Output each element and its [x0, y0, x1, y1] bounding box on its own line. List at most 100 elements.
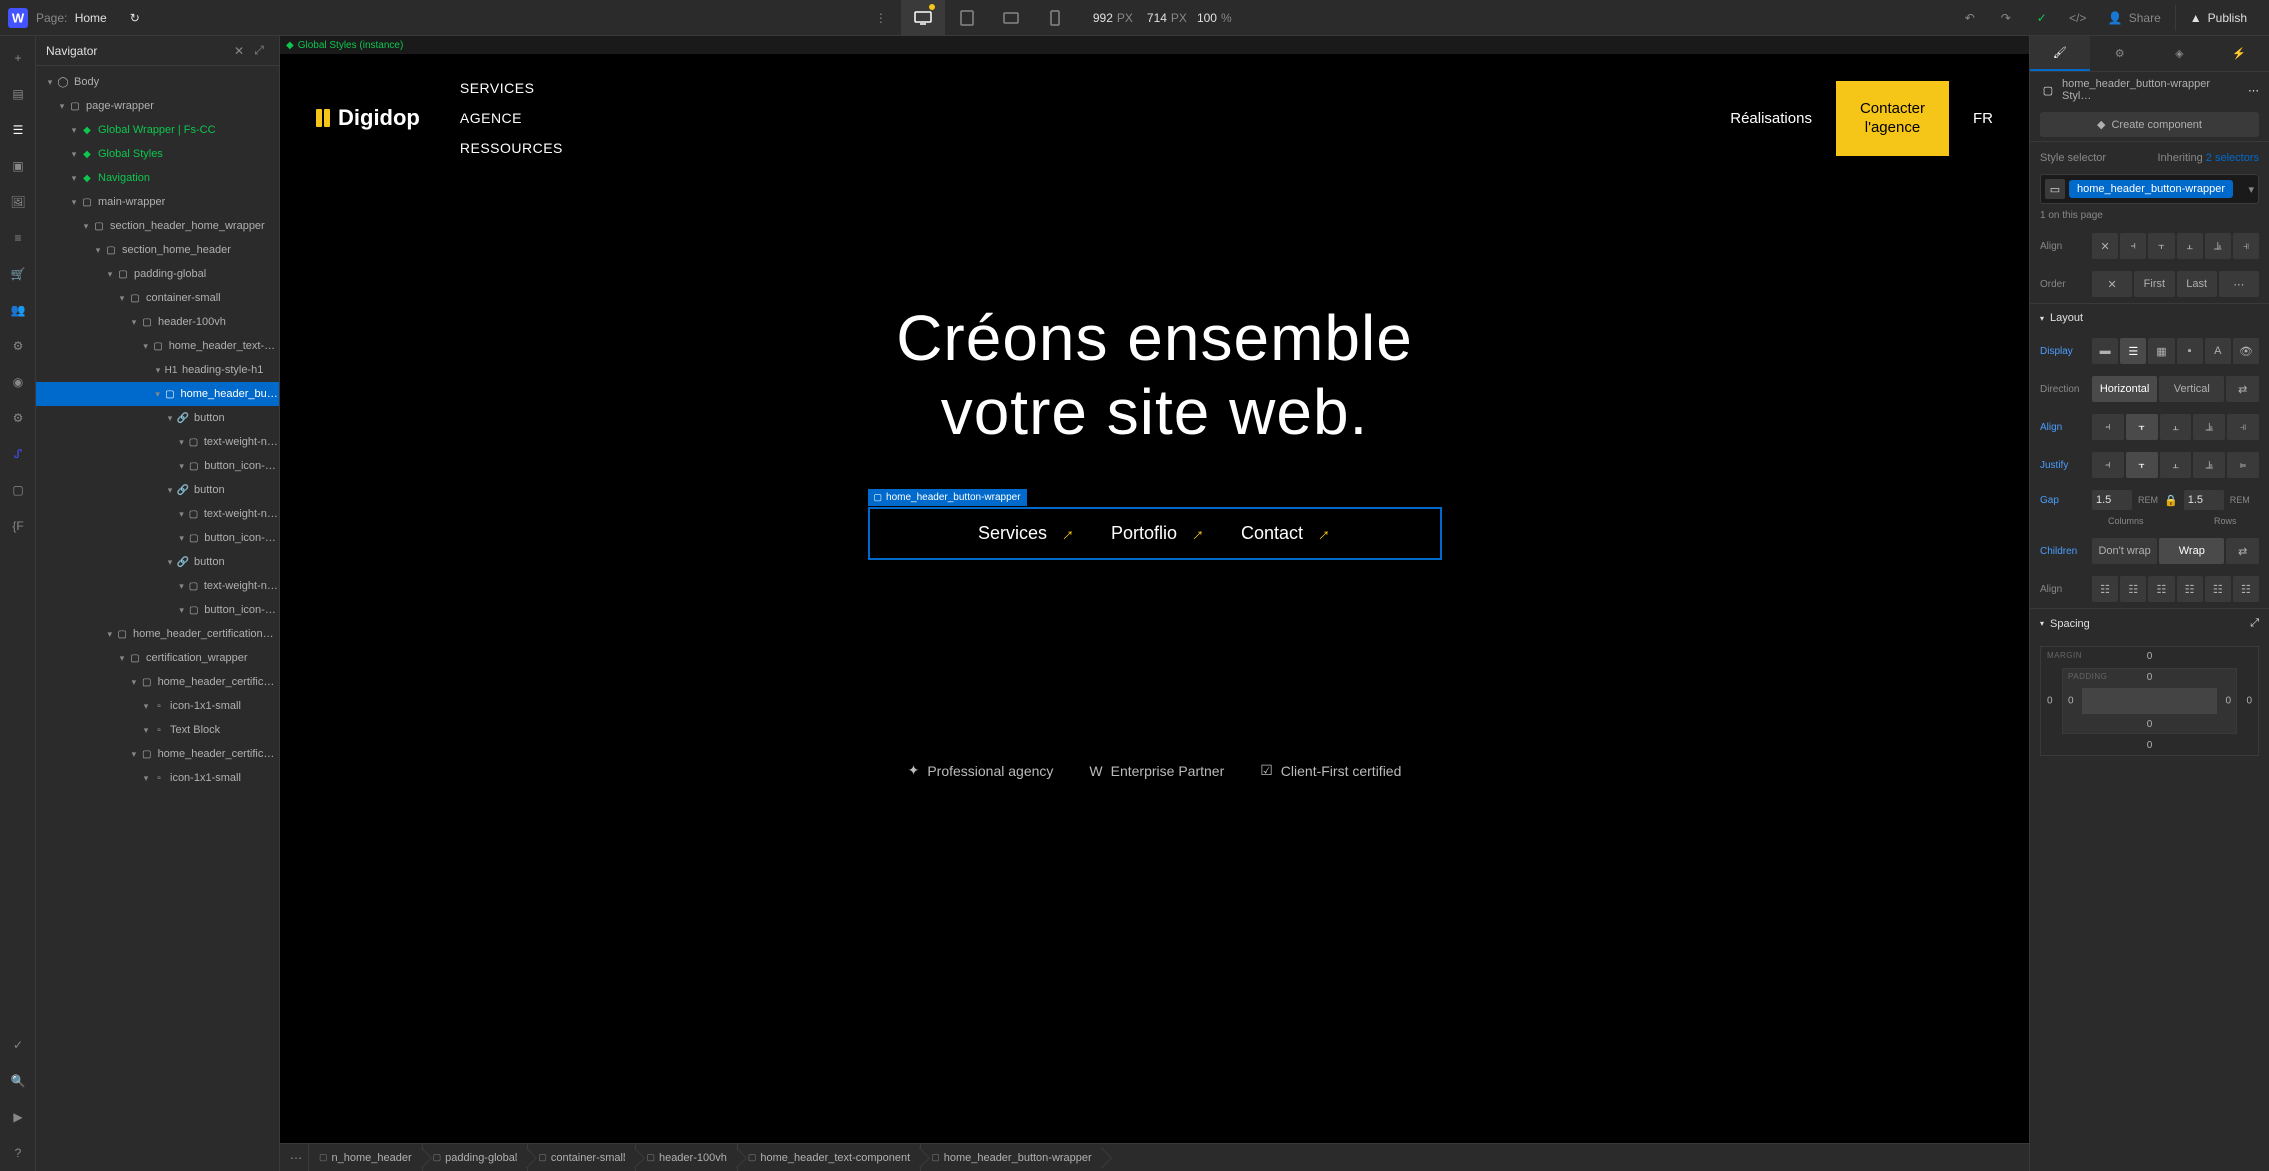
breadcrumb-item[interactable]: ▢container-small [527, 1144, 635, 1171]
tree-node[interactable]: ▾▢button_icon-arro [36, 526, 279, 550]
direction-reverse[interactable]: ⇄ [2226, 376, 2259, 402]
display-none[interactable]: 👁 [2233, 338, 2259, 364]
tree-node[interactable]: ▾▢button_icon-arro [36, 598, 279, 622]
tree-node[interactable]: ▾▢container-small [36, 286, 279, 310]
display-block[interactable]: ▬ [2092, 338, 2118, 364]
viewport-tablet[interactable] [945, 0, 989, 36]
video-icon[interactable]: ▶ [0, 1099, 36, 1135]
wrap-more[interactable]: ⇄ [2226, 538, 2259, 564]
add-icon[interactable]: + [0, 40, 36, 76]
breadcrumb-item[interactable]: ▢home_header_button-wrapper [920, 1144, 1102, 1171]
share-button[interactable]: 👤Share [2098, 7, 2171, 29]
viewport-mobile[interactable] [1033, 0, 1077, 36]
navigator-tree[interactable]: ▾◯Body▾▢page-wrapper▾◆Global Wrapper | F… [36, 66, 279, 1171]
status-ok-icon[interactable]: ✓ [2026, 6, 2058, 30]
direction-vertical[interactable]: Vertical [2159, 376, 2224, 402]
tree-node[interactable]: ▾▢certification_wrapper [36, 646, 279, 670]
align-items-end[interactable]: ⫠ [2160, 414, 2192, 440]
assets-icon[interactable]: 🖼 [0, 184, 36, 220]
brand[interactable]: Digidop [316, 105, 420, 131]
margin-bottom[interactable]: 0 [2147, 740, 2153, 751]
components-icon[interactable]: ▣ [0, 148, 36, 184]
tree-node[interactable]: ▾◆Global Styles [36, 142, 279, 166]
apps-icon[interactable]: ◉ [0, 364, 36, 400]
publish-button[interactable]: ▲Publish [2175, 5, 2261, 31]
wrap-none[interactable]: Don't wrap [2092, 538, 2157, 564]
padding-bottom[interactable]: 0 [2147, 719, 2153, 730]
tree-node[interactable]: ▾▫Text Block [36, 718, 279, 742]
tree-node[interactable]: ▾▢text-weight-norm [36, 430, 279, 454]
braces-icon[interactable]: {F [0, 508, 36, 544]
tree-node[interactable]: ▾🔗button [36, 406, 279, 430]
margin-left[interactable]: 0 [2047, 696, 2053, 707]
code-icon[interactable]: </> [2062, 6, 2094, 30]
interactions-tab[interactable]: ⚡ [2209, 36, 2269, 71]
breadcrumb-more-icon[interactable]: ⋯ [284, 1151, 308, 1165]
breakpoint-icon[interactable]: ▭ [2045, 179, 2065, 199]
audit-icon[interactable]: ✓ [0, 1027, 36, 1063]
nav-services[interactable]: SERVICES [460, 74, 563, 102]
tree-node[interactable]: ▾◆Navigation [36, 166, 279, 190]
margin-right[interactable]: 0 [2246, 696, 2252, 707]
align-items-stretch[interactable]: ⫡ [2193, 414, 2225, 440]
justify-start[interactable]: ⫞ [2092, 452, 2124, 478]
gap-column-input[interactable] [2092, 490, 2132, 510]
padding-left[interactable]: 0 [2068, 696, 2074, 707]
gap-lock-icon[interactable]: 🔒 [2164, 494, 2178, 507]
selector-tag[interactable]: home_header_button-wrapper [2069, 180, 2233, 198]
viewport-mobile-landscape[interactable] [989, 0, 1033, 36]
expand-icon[interactable]: ⤢ [249, 41, 269, 61]
hero-button[interactable]: Portoflio→ [1111, 523, 1205, 544]
align-stretch[interactable]: ⫡ [2205, 233, 2231, 259]
tree-node[interactable]: ▾▢text-weight-norm [36, 502, 279, 526]
spacing-expand-icon[interactable]: ⤢ [2250, 617, 2259, 630]
spacing-section[interactable]: ▾Spacing⤢ [2030, 608, 2269, 638]
spacing-editor[interactable]: MARGIN 0 0 0 0 PADDING 0 0 0 0 [2040, 646, 2259, 756]
align-content-between[interactable]: ☷ [2205, 576, 2231, 602]
tree-node[interactable]: ▾▢text-weight-norm [36, 574, 279, 598]
help-icon[interactable]: ? [0, 1135, 36, 1171]
logic-icon[interactable]: ⚙ [0, 328, 36, 364]
tree-node[interactable]: ▾◆Global Wrapper | Fs-CC [36, 118, 279, 142]
padding-top[interactable]: 0 [2147, 672, 2153, 683]
refresh-icon[interactable]: ↻ [123, 6, 147, 30]
hero-button[interactable]: Services→ [978, 523, 1075, 544]
users-icon[interactable]: 👥 [0, 292, 36, 328]
tree-node[interactable]: ▾▢header-100vh [36, 310, 279, 334]
display-grid[interactable]: ▦ [2148, 338, 2174, 364]
canvas[interactable]: Digidop SERVICES AGENCE RESSOURCES Réali… [280, 54, 2029, 1143]
hero-heading[interactable]: Créons ensemblevotre site web. [320, 302, 1989, 449]
tree-node[interactable]: ▾▢main-wrapper [36, 190, 279, 214]
selector-input[interactable]: ▭ home_header_button-wrapper ▾ [2040, 174, 2259, 204]
hero-button[interactable]: Contact→ [1241, 523, 1331, 544]
align-content-around[interactable]: ☷ [2233, 576, 2259, 602]
cms-icon[interactable]: ≡ [0, 220, 36, 256]
display-inline-block[interactable]: ▪ [2177, 338, 2203, 364]
order-first[interactable]: First [2134, 271, 2174, 297]
align-start[interactable]: ⫞ [2120, 233, 2146, 259]
gap-row-input[interactable] [2184, 490, 2224, 510]
tree-node[interactable]: ▾▫icon-1x1-small [36, 766, 279, 790]
search-icon[interactable]: 🔍 [0, 1063, 36, 1099]
close-icon[interactable]: ✕ [229, 41, 249, 61]
tree-node[interactable]: ▾🔗button [36, 478, 279, 502]
style-tab[interactable]: 🖌 [2030, 36, 2090, 71]
box-icon[interactable]: ▢ [0, 472, 36, 508]
nav-realisations[interactable]: Réalisations [1730, 110, 1812, 127]
align-items-baseline[interactable]: ⫣ [2227, 414, 2259, 440]
navigator-icon[interactable]: ☰ [0, 112, 36, 148]
tree-node[interactable]: ▾▢home_header_text-com [36, 334, 279, 358]
nav-ressources[interactable]: RESSOURCES [460, 134, 563, 162]
justify-end[interactable]: ⫠ [2160, 452, 2192, 478]
tree-node[interactable]: ▾▢section_header_home_wrapper [36, 214, 279, 238]
direction-horizontal[interactable]: Horizontal [2092, 376, 2157, 402]
breadcrumb-item[interactable]: ▢header-100vh [635, 1144, 736, 1171]
tree-node[interactable]: ▾▢home_header_certification_gro [36, 622, 279, 646]
create-component-button[interactable]: ◆ Create component [2040, 112, 2259, 137]
order-reset[interactable]: ✕ [2092, 271, 2132, 297]
webflow-logo[interactable] [8, 8, 28, 28]
align-center[interactable]: ⫟ [2148, 233, 2174, 259]
chevron-down-icon[interactable]: ▾ [2248, 183, 2254, 196]
breadcrumb-item[interactable]: ▢n_home_header [308, 1144, 422, 1171]
display-inline[interactable]: A [2205, 338, 2231, 364]
